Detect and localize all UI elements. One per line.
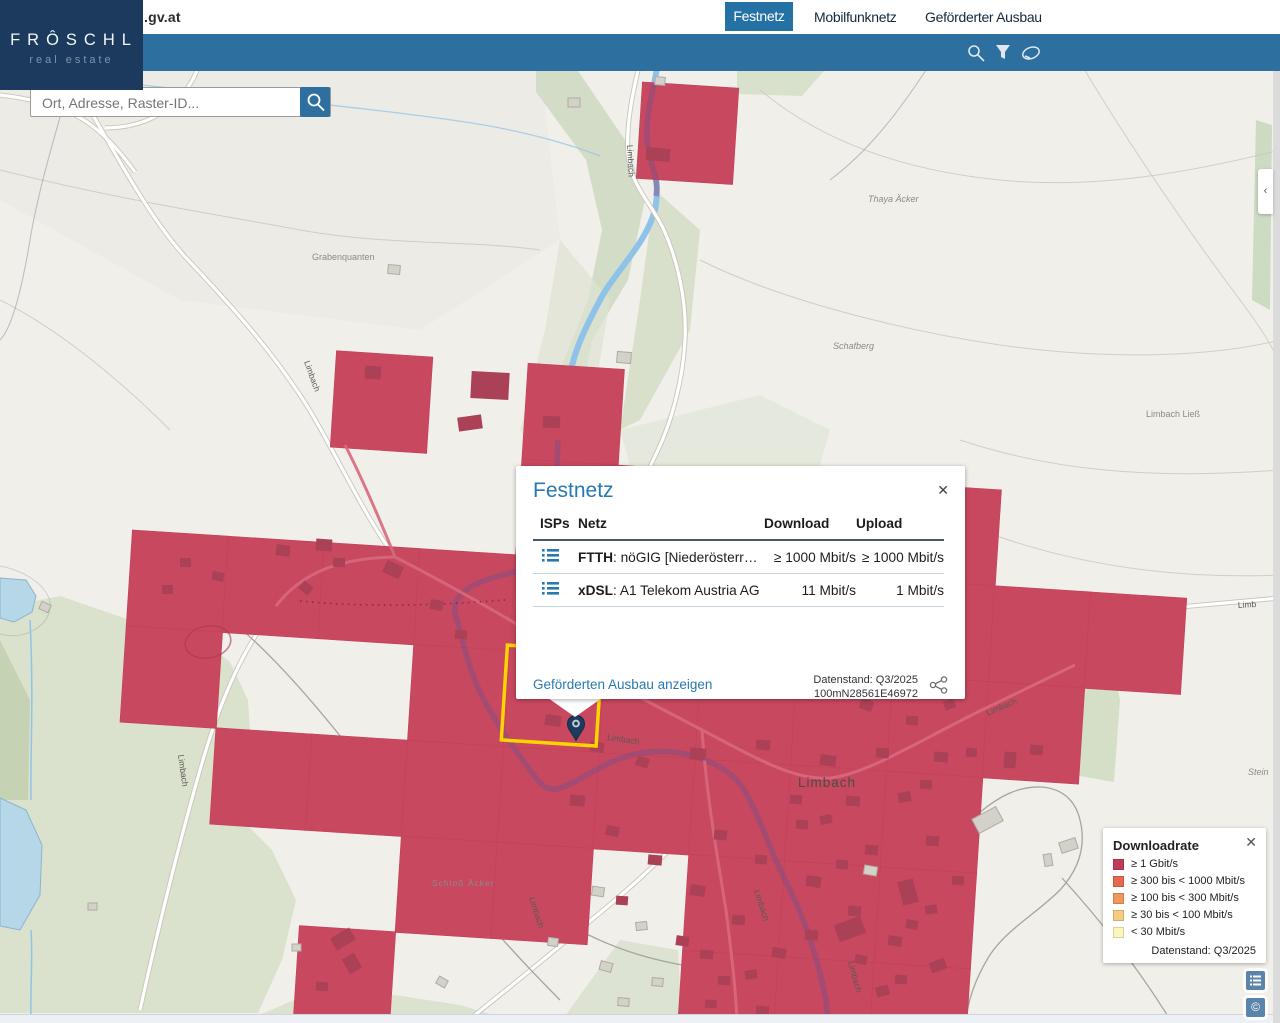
svg-text:Schloß Äcker: Schloß Äcker (432, 878, 495, 888)
svg-text:Limbach: Limbach (625, 145, 637, 178)
svg-text:Thaya Äcker: Thaya Äcker (868, 194, 920, 204)
svg-text:Limb: Limb (1238, 599, 1257, 610)
svg-text:Schafberg: Schafberg (833, 341, 874, 351)
svg-text:Grabenquanten: Grabenquanten (312, 252, 375, 262)
svg-text:Stein: Stein (1248, 767, 1269, 777)
svg-text:Limbach Ließ: Limbach Ließ (1146, 409, 1201, 419)
svg-text:Limbach: Limbach (798, 775, 856, 790)
